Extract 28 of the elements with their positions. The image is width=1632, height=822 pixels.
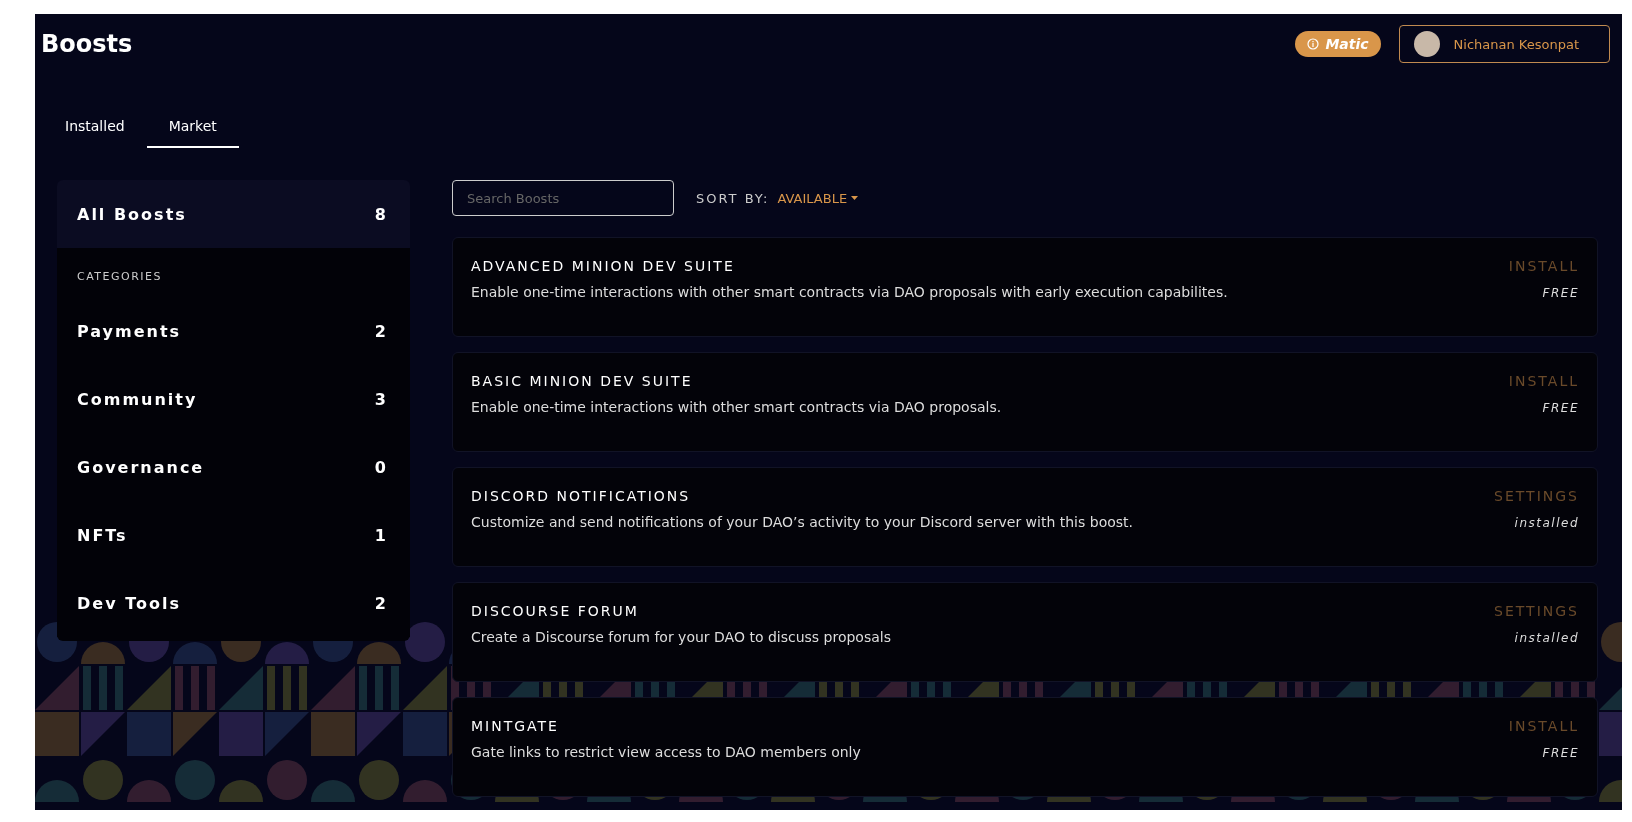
network-name: Matic	[1325, 36, 1369, 52]
boost-status: installed	[1514, 631, 1579, 645]
boost-title: ADVANCED MINION DEV SUITE	[471, 258, 736, 274]
boost-status: FREE	[1542, 401, 1579, 415]
tab[interactable]: Market	[146, 108, 239, 148]
boost-title: DISCORD NOTIFICATIONS	[471, 488, 692, 504]
boost-status: FREE	[1542, 746, 1579, 760]
boost-title: MINTGATE	[471, 718, 560, 734]
boost-description: Create a Discourse forum for your DAO to discuss proposals	[471, 629, 891, 645]
search-field[interactable]: Search Boosts	[452, 180, 674, 216]
user-button[interactable]: Nichanan Kesonpat	[1398, 25, 1610, 63]
caret-icon	[851, 196, 859, 200]
category-item[interactable]: All Boosts 8	[57, 180, 410, 248]
page-title: Boosts	[41, 30, 134, 58]
sort-label: SORT BY:	[696, 190, 770, 206]
sort-dropdown[interactable]: AVAILABLE	[777, 190, 859, 206]
boost-description: Enable one-time interactions with other smart contracts via DAO proposals with early execution capabilites.	[471, 284, 1228, 300]
boost-description: Enable one-time interactions with other smart contracts via DAO proposals.	[471, 399, 1002, 415]
tab[interactable]: Installed	[43, 108, 147, 148]
boost-description: Gate links to restrict view access to DAO members only	[471, 744, 861, 760]
boost-status: installed	[1514, 516, 1579, 530]
boost-title: BASIC MINION DEV SUITE	[471, 373, 694, 389]
info-icon	[1307, 38, 1320, 50]
boost-title: DISCOURSE FORUM	[471, 603, 640, 619]
categories-heading: CATEGORIES	[76, 269, 164, 285]
boost-status: FREE	[1542, 286, 1579, 300]
avatar-icon	[1413, 31, 1440, 57]
boost-description: Customize and send notifications of your DAO’s activity to your Discord server with this boost.	[471, 514, 1133, 530]
